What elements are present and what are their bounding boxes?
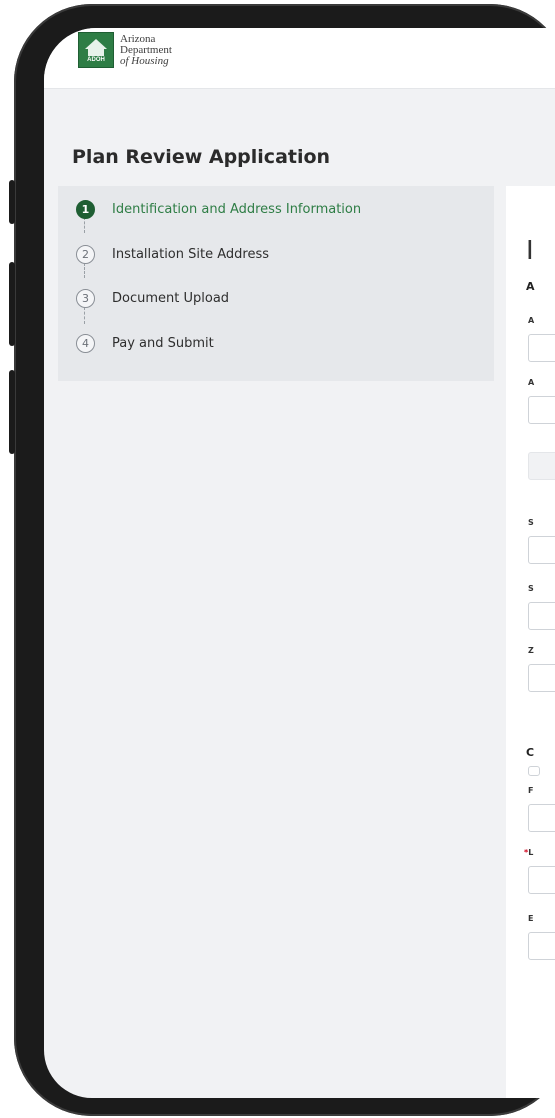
field-label: F: [528, 786, 534, 795]
step-navigation: 1 Identification and Address Information…: [58, 186, 494, 381]
step-number-icon: 1: [76, 200, 95, 219]
step-connector: [84, 263, 85, 278]
step-pay-and-submit[interactable]: 4 Pay and Submit: [76, 334, 214, 353]
section-heading: A: [526, 280, 535, 293]
step-identification[interactable]: 1 Identification and Address Information: [76, 200, 361, 219]
header-bar: ADOH Arizona Department of Housing: [44, 28, 555, 89]
step-number-icon: 3: [76, 289, 95, 308]
field-label: S: [528, 518, 534, 527]
step-connector: [84, 307, 85, 324]
phone-screen: ADOH Arizona Department of Housing Plan …: [44, 28, 555, 1098]
address-lookup-bar[interactable]: [528, 452, 555, 480]
phone-side-button: [9, 180, 15, 224]
field-label: A: [528, 378, 535, 387]
text-input[interactable]: [528, 804, 555, 832]
select-input[interactable]: [528, 602, 555, 630]
text-input[interactable]: [528, 334, 555, 362]
step-number-icon: 2: [76, 245, 95, 264]
form-panel: I A A A S S Z C F *L E: [506, 186, 555, 1098]
field-label: S: [528, 584, 534, 593]
step-label: Identification and Address Information: [112, 202, 362, 217]
phone-volume-down-button: [9, 370, 15, 454]
logo-acronym: ADOH: [87, 57, 105, 63]
adoh-logo[interactable]: ADOH Arizona Department of Housing: [78, 32, 172, 68]
step-label: Installation Site Address: [112, 247, 269, 262]
logo-line-3: of Housing: [120, 54, 169, 67]
step-installation-site-address[interactable]: 2 Installation Site Address: [76, 245, 269, 264]
text-input[interactable]: [528, 932, 555, 960]
field-label-text: L: [528, 848, 534, 857]
checkbox[interactable]: [528, 766, 540, 776]
text-input[interactable]: [528, 396, 555, 424]
field-label: E: [528, 914, 534, 923]
field-label: A: [528, 316, 535, 325]
field-label-required: *L: [524, 848, 533, 857]
text-input[interactable]: [528, 536, 555, 564]
step-label: Pay and Submit: [112, 336, 214, 351]
phone-volume-up-button: [9, 262, 15, 346]
form-title: I: [526, 236, 534, 266]
field-label: Z: [528, 646, 534, 655]
logo-wordmark: Arizona Department of Housing: [120, 32, 172, 67]
text-input[interactable]: [528, 664, 555, 692]
page-title: Plan Review Application: [72, 146, 331, 168]
text-input[interactable]: [528, 866, 555, 894]
step-number-icon: 4: [76, 334, 95, 353]
step-document-upload[interactable]: 3 Document Upload: [76, 289, 229, 308]
logo-line-2: Department: [120, 43, 172, 56]
step-connector: [84, 217, 85, 233]
step-label: Document Upload: [112, 291, 230, 306]
logo-line-1: Arizona: [120, 32, 156, 45]
house-logo-icon: ADOH: [78, 32, 114, 68]
section-heading: C: [526, 746, 535, 759]
